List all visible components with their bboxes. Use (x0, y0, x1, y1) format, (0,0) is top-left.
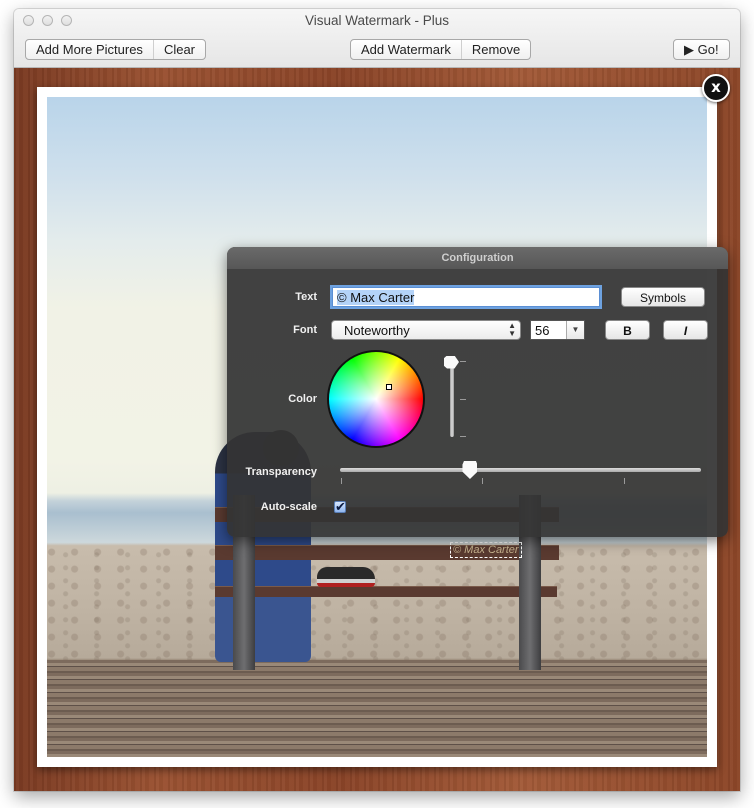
go-button-wrapper: ▶ Go! (673, 39, 730, 60)
photo-boardwalk (47, 660, 707, 757)
transparency-slider-track[interactable] (340, 468, 701, 472)
watermark-preview-text[interactable]: © Max Carter (450, 542, 522, 558)
autoscale-checkbox[interactable]: ✔ (334, 499, 346, 514)
pictures-segmented-control: Add More Pictures Clear (25, 39, 207, 60)
brightness-tick (460, 436, 466, 437)
symbols-button[interactable]: Symbols (621, 287, 705, 307)
color-wheel-marker[interactable] (386, 384, 392, 390)
close-photo-icon[interactable]: x (702, 74, 730, 102)
text-input-value: © Max Carter (337, 290, 415, 305)
configuration-title: Configuration (227, 247, 728, 269)
text-label: Text (295, 291, 317, 303)
color-wheel[interactable] (327, 350, 425, 448)
brightness-slider-track[interactable] (450, 362, 454, 437)
clear-button[interactable]: Clear (152, 40, 205, 59)
autoscale-label: Auto-scale (260, 501, 317, 513)
transparency-slider-thumb[interactable] (462, 461, 478, 479)
window-title: Visual Watermark - Plus (304, 13, 450, 28)
select-arrows-icon: ▲ ▼ (508, 321, 516, 338)
add-watermark-button[interactable]: Add Watermark (351, 40, 461, 59)
font-label: Font (293, 324, 317, 336)
photo-sand (47, 547, 707, 662)
font-select-value: Noteworthy (344, 323, 410, 338)
remove-button[interactable]: Remove (460, 40, 530, 59)
transparency-tick (482, 478, 483, 484)
font-size-value: 56 (535, 323, 550, 338)
color-label: Color (288, 393, 317, 405)
title-bar: Visual Watermark - Plus Add More Picture… (14, 9, 740, 68)
chevron-down-icon[interactable]: ▼ (566, 321, 584, 339)
transparency-tick (341, 478, 342, 484)
checkmark-icon: ✔ (335, 499, 346, 514)
watermark-segmented-control: Add Watermark Remove (350, 39, 532, 60)
transparency-tick (624, 478, 625, 484)
brightness-tick (460, 399, 466, 400)
go-button[interactable]: ▶ Go! (674, 40, 729, 59)
configuration-panel: Configuration Text © Max Carter Symbols … (227, 247, 728, 537)
font-select[interactable]: Noteworthy ▲ ▼ (331, 320, 521, 340)
brightness-slider-thumb[interactable] (444, 355, 459, 369)
photo-shoe (317, 567, 375, 587)
bold-button[interactable]: B (605, 320, 650, 340)
transparency-label: Transparency (245, 466, 317, 478)
italic-button[interactable]: I (663, 320, 708, 340)
watermark-text-input[interactable]: © Max Carter (332, 287, 600, 307)
add-more-pictures-button[interactable]: Add More Pictures (26, 40, 153, 59)
brightness-tick (460, 361, 466, 362)
font-size-combo[interactable]: 56 ▼ (530, 320, 585, 340)
bench-seat (215, 586, 557, 597)
